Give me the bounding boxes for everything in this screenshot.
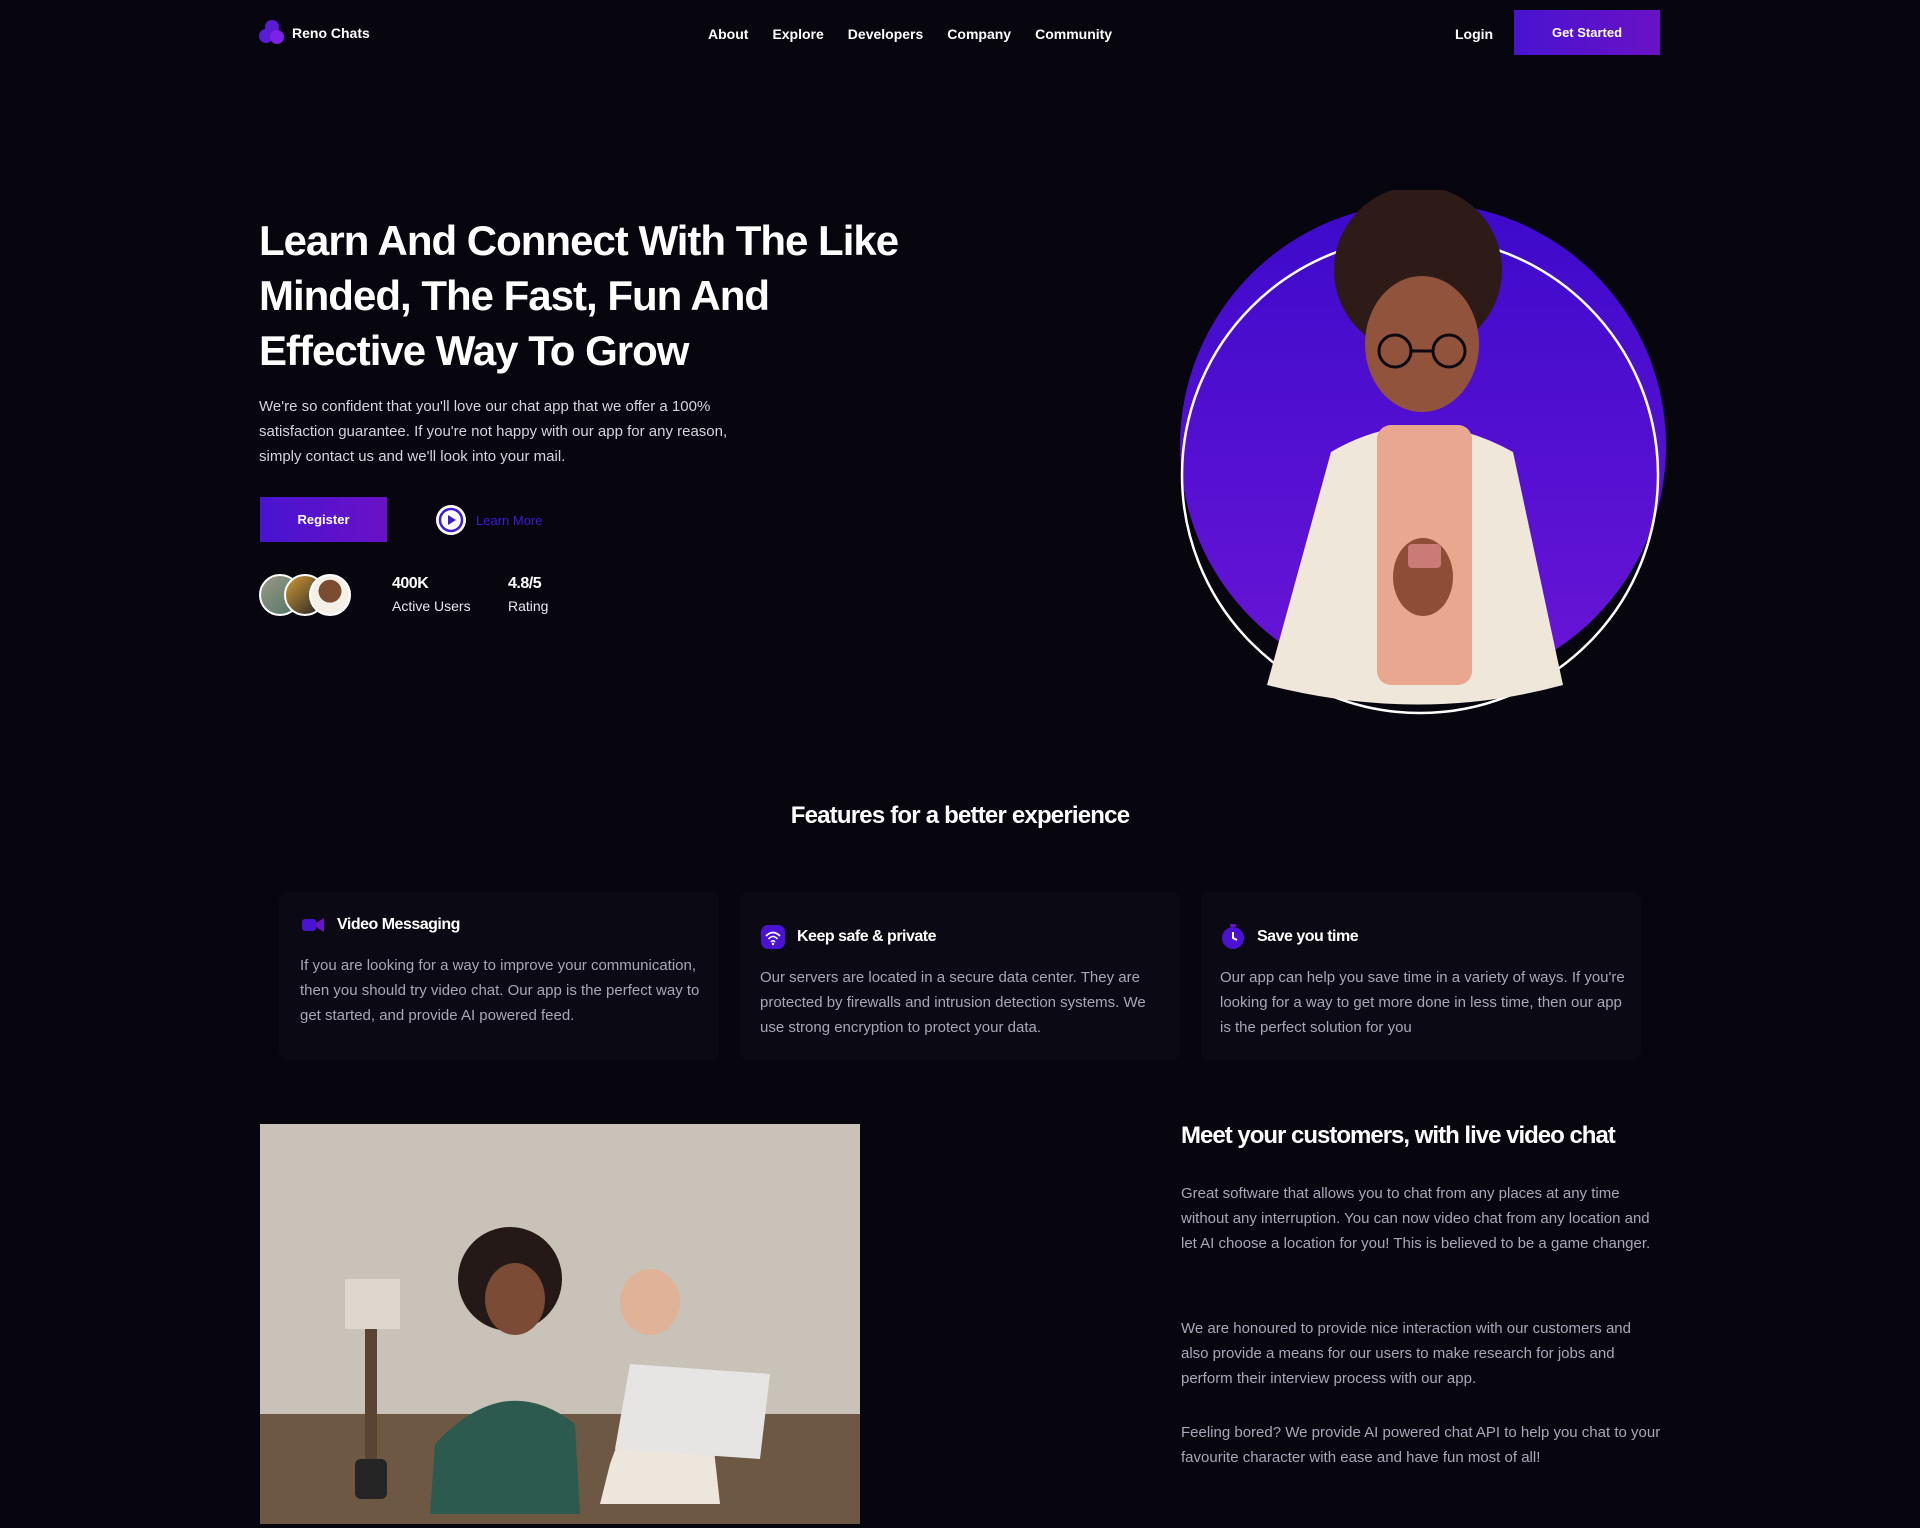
avatar [309,574,351,616]
feature-description: Our app can help you save time in a vari… [1220,969,1625,1036]
nav-link-company[interactable]: Company [947,26,1011,42]
learn-more-label: Learn More [476,512,543,528]
brand-logo[interactable]: Reno Chats [259,20,370,46]
brand-logo-icon [259,20,285,46]
rating-label: Rating [508,598,549,614]
feature-card-video-messaging: Video Messaging If you are looking for a… [279,892,719,1060]
hero-title: Learn And Connect With The Like Minded, … [259,217,899,374]
register-button[interactable]: Register [260,497,387,542]
rating-value: 4.8/5 [508,575,542,592]
rating-stat: 4.8/5 Rating [508,575,548,614]
active-users-label: Active Users [392,598,471,614]
feature-title: Save you time [1257,928,1359,945]
video-chat-title: Meet your customers, with live video cha… [1181,1122,1616,1149]
video-chat-paragraph: Great software that allows you to chat f… [1181,1185,1651,1252]
feature-title: Video Messaging [337,916,460,933]
active-users-stat: 400K Active Users [392,575,471,614]
nav-link-explore[interactable]: Explore [772,26,823,42]
features-heading: Features for a better experience [790,802,1130,829]
feature-title-row: Save you time [1220,924,1622,950]
video-chat-photo [260,1124,860,1524]
hero-illustration [1175,186,1667,720]
login-link[interactable]: Login [1455,26,1493,42]
top-navigation: Reno Chats About Explore Developers Comp… [0,0,1920,66]
feature-title-row: Video Messaging [300,912,698,938]
feature-title: Keep safe & private [797,928,937,945]
feature-card-save-time: Save you time Our app can help you save … [1201,892,1641,1060]
get-started-button[interactable]: Get Started [1514,10,1660,55]
video-chat-paragraph: Feeling bored? We provide AI powered cha… [1181,1424,1661,1466]
feature-title-row: Keep safe & private [760,924,1160,950]
play-icon [436,505,466,535]
video-camera-icon [300,912,326,938]
feature-card-keep-safe: Keep safe & private Our servers are loca… [740,892,1180,1060]
stopwatch-icon [1220,924,1246,950]
video-chat-paragraph: We are honoured to provide nice interact… [1181,1320,1631,1387]
brand-name: Reno Chats [292,25,370,41]
feature-description: If you are looking for a way to improve … [300,957,700,1024]
user-avatar-stack [259,574,354,616]
wifi-shield-icon [760,924,786,950]
nav-link-about[interactable]: About [708,26,748,42]
hero-description: We're so confident that you'll love our … [259,398,728,465]
nav-link-community[interactable]: Community [1035,26,1112,42]
learn-more-button[interactable]: Learn More [436,505,542,535]
main-menu: About Explore Developers Company Communi… [708,26,1112,42]
feature-description: Our servers are located in a secure data… [760,969,1146,1036]
nav-link-developers[interactable]: Developers [848,26,923,42]
active-users-value: 400K [392,575,429,592]
